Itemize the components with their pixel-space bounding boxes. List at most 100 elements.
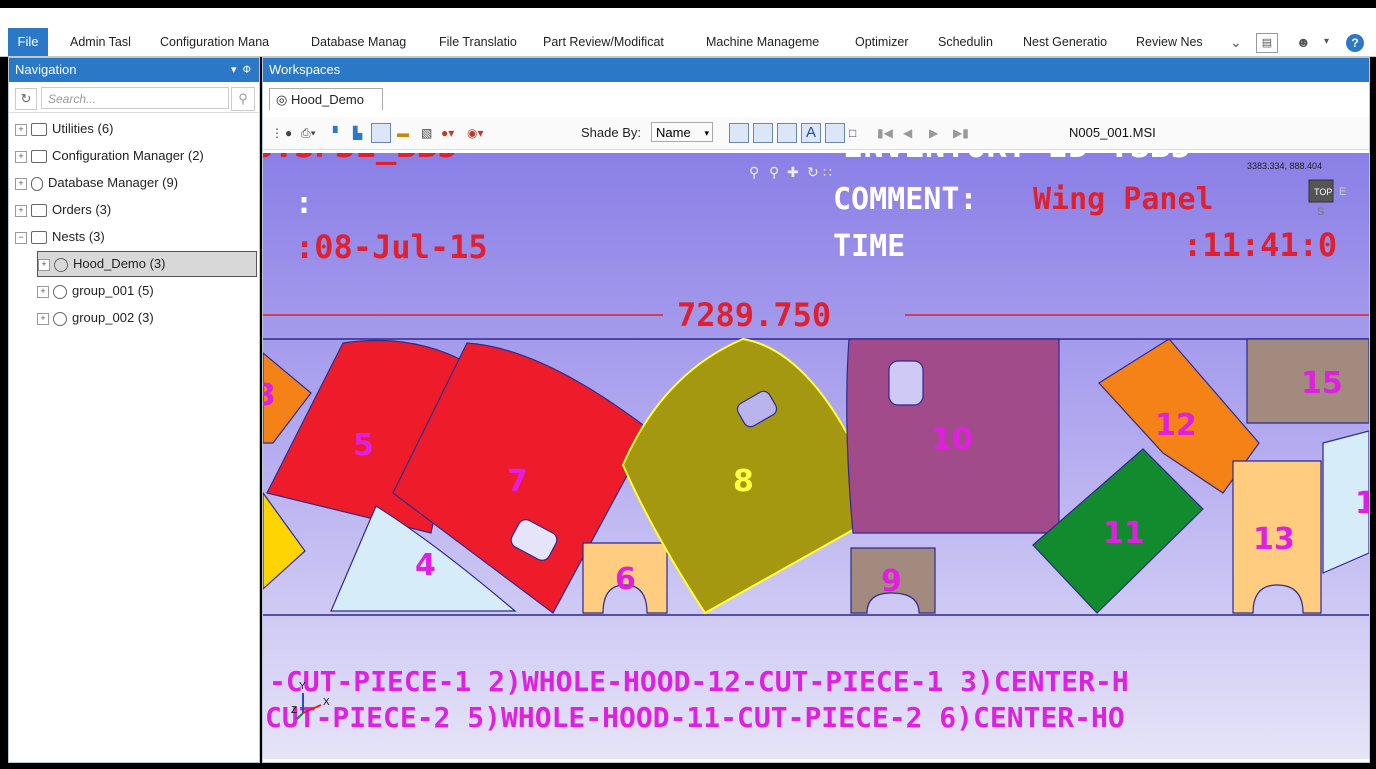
help-icon[interactable]: ? <box>1346 34 1364 52</box>
compass-east: E <box>1339 186 1346 198</box>
axis-x-label: X <box>323 697 330 708</box>
shade-by-value: Name <box>656 125 691 140</box>
nest-group-icon <box>53 284 67 299</box>
part-label-9: 9 <box>881 564 902 599</box>
chevron-down-icon: ▾ <box>704 128 709 138</box>
time-value: :11:41:0 <box>1183 226 1337 264</box>
line-tool-icon[interactable] <box>753 123 773 143</box>
window-icon[interactable]: ▤ <box>1256 33 1278 53</box>
menu-configuration-manager[interactable]: Configuration Mana <box>160 28 288 56</box>
tree-item-label: Database Manager (9) <box>48 175 179 190</box>
tree-item-database-manager[interactable]: + Database Manager (9) <box>15 171 178 195</box>
part-list-line2: CUT-PIECE-2 5)WHOLE-HOOD-11-CUT-PIECE-2 … <box>265 701 1125 734</box>
colon-label: : <box>295 186 313 221</box>
part-label-4: 4 <box>415 548 436 583</box>
user-dropdown-icon[interactable]: ▾ <box>1324 30 1329 54</box>
menu-database-manager[interactable]: Database Manag <box>311 28 419 56</box>
tree-item-group-001[interactable]: + group_001 (5) <box>37 279 154 303</box>
tab-hood-demo[interactable]: ◎ Hood_Demo <box>269 88 383 110</box>
tree-item-label: Utilities (6) <box>52 121 114 136</box>
part-label-10: 10 <box>931 422 973 457</box>
ribbon-menubar: File Admin Tasl Configuration Mana Datab… <box>0 8 1376 57</box>
date-value: :08-Jul-15 <box>295 228 488 266</box>
search-row: ↻ Search... ⚲ <box>9 82 259 113</box>
expand-icon[interactable]: + <box>15 204 27 217</box>
previous-icon[interactable]: ◀ <box>903 123 912 143</box>
configuration-icon <box>31 150 47 164</box>
user-icon[interactable]: ☻ <box>1296 30 1311 54</box>
rotate-icon[interactable]: ↻ <box>807 164 819 180</box>
snap-point-icon[interactable] <box>825 123 845 143</box>
menu-part-review[interactable]: Part Review/Modificat <box>543 28 685 56</box>
navigation-panel: Navigation ▾ Ф ↻ Search... ⚲ + Utilities … <box>8 57 260 763</box>
next-icon[interactable]: ▶ <box>929 123 938 143</box>
align-bottom-icon[interactable]: ▙ <box>353 123 362 143</box>
expand-icon[interactable]: + <box>15 177 27 190</box>
menu-review-nests[interactable]: Review Nes <box>1136 28 1208 56</box>
part-label-8: 8 <box>733 464 754 499</box>
lock-icon[interactable]: ▧ <box>421 123 432 143</box>
expand-icon[interactable]: + <box>37 285 49 298</box>
tree-item-label: Configuration Manager (2) <box>52 148 204 163</box>
dimension-value: 7289.750 <box>677 296 831 334</box>
search-input[interactable]: Search... <box>41 87 229 109</box>
frame-icon[interactable]: □ <box>849 123 856 143</box>
tree-item-utilities[interactable]: + Utilities (6) <box>15 117 113 141</box>
align-active-icon[interactable] <box>371 123 391 143</box>
material-icon[interactable]: ◉▾ <box>467 123 484 143</box>
header-line1-right: INVENTORY ID :SB5 <box>843 153 1191 166</box>
menu-nest-generation[interactable]: Nest Generatio <box>1023 28 1117 56</box>
expand-icon[interactable]: + <box>15 150 27 163</box>
expand-icon[interactable]: + <box>37 312 49 325</box>
part-label-5: 5 <box>353 428 374 463</box>
workspaces-title: Workspaces <box>269 62 341 77</box>
nest-canvas[interactable]: S.SP31_BB5 INVENTORY ID :SB5 : COMMENT: … <box>263 153 1369 759</box>
tree-item-orders[interactable]: + Orders (3) <box>15 198 111 222</box>
last-icon[interactable]: ▶▮ <box>953 123 969 143</box>
expand-icon[interactable]: + <box>38 258 50 271</box>
shade-by-select[interactable]: Name ▾ <box>651 122 713 142</box>
part-label-11: 11 <box>1103 516 1145 551</box>
part-label-12: 12 <box>1155 408 1197 443</box>
part-label-3: 3 <box>263 378 276 413</box>
view-part-icon[interactable] <box>729 123 749 143</box>
zoom-icon[interactable]: ⚲ <box>769 164 779 180</box>
pin-icon[interactable]: ▾ Ф <box>231 58 251 82</box>
pan-icon[interactable]: ✚ <box>787 164 799 180</box>
tab-label: Hood_Demo <box>290 92 364 107</box>
axis-y-label: Y <box>299 681 306 692</box>
align-left-icon[interactable]: ▘ <box>333 123 342 143</box>
printer-icon[interactable]: ⎙▾ <box>301 123 316 143</box>
part-list-line1: -CUT-PIECE-1 2)WHOLE-HOOD-12-CUT-PIECE-1… <box>269 665 1129 698</box>
tree-item-label: Nests (3) <box>52 229 105 244</box>
chevron-down-icon[interactable]: ⌄ <box>1230 30 1242 54</box>
first-icon[interactable]: ▮◀ <box>877 123 893 143</box>
tree-item-label: group_001 (5) <box>72 283 154 298</box>
menu-admin-tasks[interactable]: Admin Tasl <box>70 28 138 56</box>
ruler-icon[interactable]: ▬ <box>397 123 409 143</box>
menu-scheduling[interactable]: Schedulin <box>938 28 1004 56</box>
tree-item-label: Hood_Demo (3) <box>73 256 166 271</box>
expand-icon[interactable]: + <box>15 123 27 136</box>
menu-machine-management[interactable]: Machine Manageme <box>706 28 832 56</box>
menu-optimizer[interactable]: Optimizer <box>855 28 919 56</box>
part-label-6: 6 <box>615 562 636 597</box>
point-icon[interactable]: ● <box>285 123 292 143</box>
file-menu[interactable]: File <box>8 28 48 56</box>
arc-tool-icon[interactable] <box>777 123 797 143</box>
refresh-icon[interactable]: ↻ <box>15 88 37 110</box>
part-10-hole <box>888 360 924 406</box>
zoom-window-icon[interactable]: ⚲ <box>749 164 759 180</box>
fit-icon[interactable]: ∷ <box>823 164 832 180</box>
text-tool-icon[interactable]: A <box>801 123 821 143</box>
tree-item-hood-demo[interactable]: + Hood_Demo (3) <box>37 251 257 277</box>
menu-file-translation[interactable]: File Translatio <box>439 28 525 56</box>
color-palette-icon[interactable]: ●▾ <box>441 123 454 143</box>
tree-item-nests[interactable]: − Nests (3) <box>15 225 105 249</box>
comment-value: Wing Panel <box>1033 182 1214 217</box>
collapse-icon[interactable]: − <box>15 231 27 244</box>
toolbar-grip-icon: ⋮ <box>271 126 283 140</box>
tree-item-configuration-manager[interactable]: + Configuration Manager (2) <box>15 144 204 168</box>
tree-item-group-002[interactable]: + group_002 (3) <box>37 306 154 330</box>
search-icon[interactable]: ⚲ <box>231 87 255 111</box>
